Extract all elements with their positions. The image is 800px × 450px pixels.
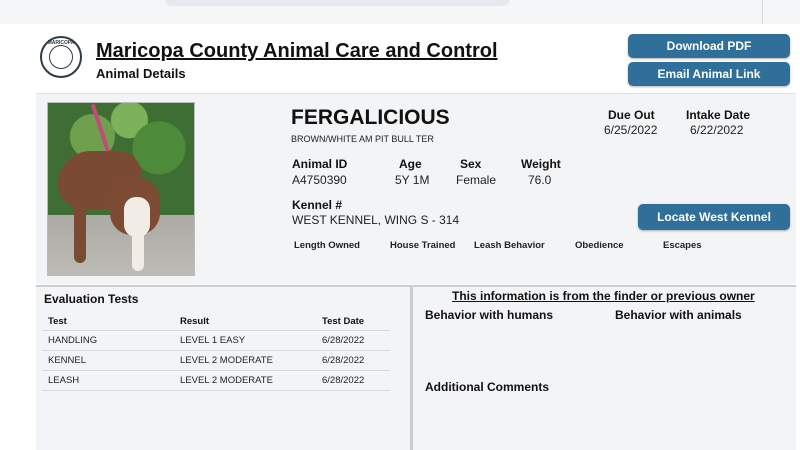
result-cell: LEVEL 2 MODERATE	[174, 350, 316, 371]
column-header-test: Test	[42, 312, 174, 331]
photo-dog-leg	[74, 203, 86, 263]
intake-date-label: Intake Date	[686, 108, 751, 122]
behavior-animals-label: Behavior with animals	[615, 308, 742, 322]
weight-value: 76.0	[528, 173, 552, 187]
animal-id-label: Animal ID	[292, 157, 348, 171]
due-out-value: 6/25/2022	[604, 123, 658, 137]
weight-label: Weight	[521, 157, 561, 171]
kennel-label: Kennel #	[292, 198, 343, 212]
table-header-row: Test Result Test Date	[42, 312, 390, 331]
obedience-label: Obedience	[575, 240, 624, 251]
house-trained-label: House Trained	[390, 240, 456, 251]
result-cell: LEVEL 1 EASY	[174, 330, 316, 351]
page-subtitle: Animal Details	[96, 66, 186, 81]
sex-value: Female	[456, 173, 497, 187]
animal-photo	[47, 102, 195, 276]
date-cell: 6/28/2022	[316, 350, 390, 371]
email-animal-link-button[interactable]: Email Animal Link	[628, 62, 790, 86]
locate-kennel-button[interactable]: Locate West Kennel	[638, 204, 790, 230]
column-header-test-date: Test Date	[316, 312, 390, 331]
county-seal-logo: MARICOPA	[40, 36, 82, 78]
animal-breed: BROWN/WHITE AM PIT BULL TER	[291, 134, 434, 144]
table-row: LEASH LEVEL 2 MODERATE 6/28/2022	[42, 370, 390, 391]
additional-comments-label: Additional Comments	[425, 380, 550, 394]
test-cell: LEASH	[42, 370, 174, 391]
leash-behavior-label: Leash Behavior	[474, 240, 545, 251]
address-bar	[165, 0, 510, 6]
finder-info-heading: This information is from the finder or p…	[452, 289, 755, 303]
seal-inner-ring	[49, 45, 73, 69]
result-cell: LEVEL 2 MODERATE	[174, 370, 316, 391]
vertical-divider	[410, 287, 413, 450]
evaluation-table: Test Result Test Date HANDLING LEVEL 1 E…	[42, 312, 390, 391]
age-value: 5Y 1M	[395, 173, 430, 187]
escapes-label: Escapes	[663, 240, 702, 251]
test-cell: KENNEL	[42, 350, 174, 371]
due-out-label: Due Out	[608, 108, 655, 122]
animal-name: FERGALICIOUS	[291, 106, 450, 129]
page-title: Maricopa County Animal Care and Control	[96, 40, 498, 62]
length-owned-label: Length Owned	[294, 240, 360, 251]
behavior-humans-label: Behavior with humans	[425, 308, 554, 322]
photo-dog-face	[124, 197, 150, 237]
date-cell: 6/28/2022	[316, 370, 390, 391]
age-label: Age	[399, 157, 422, 171]
animal-id-value: A4750390	[292, 173, 347, 187]
table-row: KENNEL LEVEL 2 MODERATE 6/28/2022	[42, 350, 390, 371]
evaluation-tests-title: Evaluation Tests	[44, 292, 139, 306]
divider	[762, 0, 763, 24]
date-cell: 6/28/2022	[316, 330, 390, 351]
table-row: HANDLING LEVEL 1 EASY 6/28/2022	[42, 330, 390, 351]
kennel-value: WEST KENNEL, WING S - 314	[292, 213, 460, 227]
sex-label: Sex	[460, 157, 482, 171]
download-pdf-button[interactable]: Download PDF	[628, 34, 790, 58]
column-header-result: Result	[174, 312, 316, 331]
intake-date-value: 6/22/2022	[690, 123, 744, 137]
test-cell: HANDLING	[42, 330, 174, 351]
top-browser-strip	[0, 0, 800, 24]
